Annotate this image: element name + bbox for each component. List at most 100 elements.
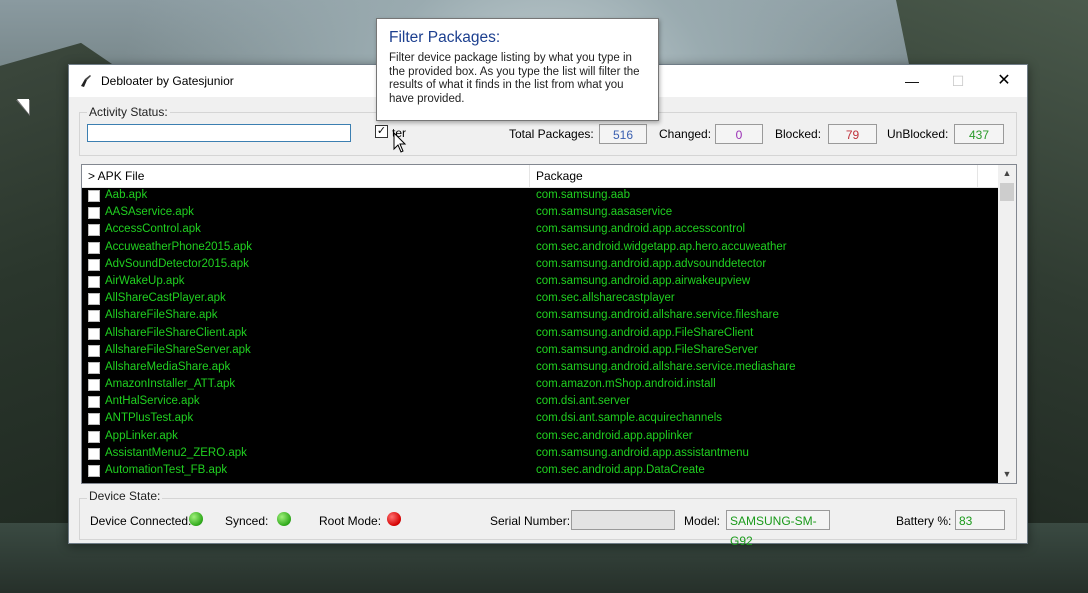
row-package: com.samsung.android.app.FileShareServer — [536, 343, 758, 356]
row-checkbox[interactable] — [88, 275, 100, 288]
row-checkbox[interactable] — [88, 258, 100, 271]
row-apk-file: AirWakeUp.apk — [105, 274, 185, 287]
row-checkbox[interactable] — [88, 224, 100, 237]
activity-status-label: Activity Status: — [87, 105, 170, 119]
table-row[interactable]: AmazonInstaller_ATT.apk com.amazon.mShop.… — [82, 377, 998, 394]
row-checkbox[interactable] — [88, 430, 100, 443]
row-package: com.sec.android.app.DataCreate — [536, 464, 705, 476]
column-header-apk-file[interactable]: > APK File — [82, 165, 530, 187]
row-checkbox[interactable] — [88, 361, 100, 374]
row-checkbox[interactable] — [88, 241, 100, 254]
table-row[interactable]: AntHalService.apk com.dsi.ant.server — [82, 394, 998, 411]
row-package: com.samsung.android.app.airwakeupview — [536, 274, 751, 287]
table-row[interactable]: AdvSoundDetector2015.apk com.samsung.andr… — [82, 257, 998, 274]
table-row[interactable]: Aab.apk com.samsung.aab — [82, 188, 998, 205]
row-package: com.amazon.mShop.android.install — [536, 378, 716, 391]
changed-value: 0 — [715, 124, 763, 144]
row-package: com.samsung.aasaservice — [536, 206, 673, 219]
row-package: com.samsung.android.app.advsounddetector — [536, 257, 767, 270]
row-package: com.dsi.ant.server — [536, 395, 630, 408]
table-row[interactable]: AirWakeUp.apk com.samsung.android.app.air… — [82, 274, 998, 291]
scroll-thumb[interactable] — [1000, 183, 1014, 201]
row-package: com.dsi.ant.sample.acquirechannels — [536, 412, 723, 425]
total-packages-label: Total Packages: — [509, 127, 594, 141]
row-package: com.samsung.android.app.accesscontrol — [536, 223, 746, 236]
serial-number-label: Serial Number: — [490, 514, 571, 528]
row-apk-file: AntHalService.apk — [105, 395, 200, 408]
table-row[interactable]: AppLinker.apk com.sec.android.app.applink… — [82, 429, 998, 446]
list-rows: Aab.apk com.samsung.aab AASAservice.apk com… — [82, 188, 998, 482]
unblocked-value: 437 — [954, 124, 1004, 144]
model-label: Model: — [684, 514, 721, 528]
table-row[interactable]: AllshareFileShare.apk com.samsung.android… — [82, 308, 998, 325]
row-apk-file: AssistantMenu2_ZERO.apk — [105, 446, 247, 459]
root-mode-label: Root Mode: — [319, 514, 382, 528]
row-checkbox[interactable] — [88, 327, 100, 340]
model-field: SAMSUNG-SM-G92 — [726, 510, 830, 548]
scroll-down-arrow-icon[interactable]: ▼ — [998, 466, 1016, 483]
device-state-label: Device State: — [87, 489, 163, 503]
column-header-package[interactable]: Package — [530, 165, 978, 187]
row-checkbox[interactable] — [88, 207, 100, 220]
row-apk-file: AdvSoundDetector2015.apk — [105, 257, 249, 270]
table-row[interactable]: AllshareFileShareClient.apk com.samsung.a… — [82, 326, 998, 343]
table-row[interactable]: AllShareCastPlayer.apk com.sec.allshareca… — [82, 291, 998, 308]
root-mode-indicator-icon — [387, 512, 401, 526]
row-apk-file: AllshareFileShare.apk — [105, 309, 218, 322]
mouse-cursor-icon — [393, 132, 407, 153]
row-checkbox[interactable] — [88, 310, 100, 323]
changed-label: Changed: — [659, 127, 712, 141]
row-package: com.sec.android.widgetapp.ap.hero.accuwe… — [536, 240, 787, 253]
table-row[interactable]: AccuweatherPhone2015.apk com.sec.android.… — [82, 240, 998, 257]
table-row[interactable]: AllshareMediaShare.apk com.samsung.androi… — [82, 360, 998, 377]
row-apk-file: ANTPlusTest.apk — [105, 412, 194, 425]
row-checkbox[interactable] — [88, 344, 100, 357]
vertical-scrollbar[interactable]: ▲ ▼ — [998, 165, 1016, 483]
blocked-label: Blocked: — [775, 127, 822, 141]
package-list[interactable]: > APK File Package Aab.apk com.samsung.aa… — [81, 164, 1017, 484]
filter-tooltip: Filter Packages: Filter device package l… — [376, 18, 659, 121]
broom-app-icon — [81, 75, 91, 87]
table-row[interactable]: AllshareFileShareServer.apk com.samsung.a… — [82, 343, 998, 360]
row-checkbox[interactable] — [88, 413, 100, 426]
row-package: com.sec.allsharecastplayer — [536, 292, 675, 305]
table-row[interactable]: AASAservice.apk com.samsung.aasaservice — [82, 205, 998, 222]
filter-input[interactable] — [87, 124, 351, 142]
row-package: com.samsung.android.app.FileShareClient — [536, 326, 754, 339]
synced-label: Synced: — [225, 514, 269, 528]
total-packages-value: 516 — [599, 124, 647, 144]
scroll-up-arrow-icon[interactable]: ▲ — [998, 165, 1016, 182]
row-checkbox[interactable] — [88, 396, 100, 409]
row-apk-file: AppLinker.apk — [105, 429, 178, 442]
row-checkbox[interactable] — [88, 447, 100, 460]
battery-field: 83 — [955, 510, 1005, 530]
row-package: com.samsung.android.app.assistantmenu — [536, 446, 749, 459]
tooltip-title: Filter Packages: — [389, 29, 501, 46]
row-checkbox[interactable] — [88, 293, 100, 306]
table-row[interactable]: AssistantMenu2_ZERO.apk com.samsung.andro… — [82, 446, 998, 463]
row-package: com.samsung.android.allshare.service.med… — [536, 360, 796, 373]
row-apk-file: AllshareFileShareServer.apk — [105, 343, 251, 356]
serial-number-field — [571, 510, 675, 530]
row-checkbox[interactable] — [88, 465, 100, 477]
table-row[interactable]: ANTPlusTest.apk com.dsi.ant.sample.acquir… — [82, 411, 998, 428]
row-checkbox[interactable] — [88, 379, 100, 392]
battery-label: Battery %: — [896, 514, 952, 528]
close-button[interactable]: ✕ — [981, 65, 1027, 97]
minimize-button[interactable]: — — [889, 65, 935, 97]
tooltip-body: Filter device package listing by what yo… — [389, 52, 640, 105]
device-connected-label: Device Connected: — [90, 514, 192, 528]
row-package: com.samsung.aab — [536, 189, 630, 201]
row-apk-file: AllshareMediaShare.apk — [105, 360, 231, 373]
row-apk-file: AmazonInstaller_ATT.apk — [105, 378, 236, 391]
window-title: Debloater by Gatesjunior — [101, 74, 234, 88]
filter-checkbox[interactable]: ✓ — [375, 125, 388, 138]
app-window: Debloater by Gatesjunior — ☐ ✕ Activity … — [68, 64, 1028, 548]
table-row[interactable]: AutomationTest_FB.apk com.sec.android.app… — [82, 463, 998, 480]
row-apk-file: AccessControl.apk — [105, 223, 201, 236]
blocked-value: 79 — [828, 124, 877, 144]
row-checkbox[interactable] — [88, 190, 100, 202]
tooltip-tail-inner — [17, 99, 29, 114]
table-row[interactable]: AccessControl.apk com.samsung.android.app… — [82, 222, 998, 239]
maximize-button[interactable]: ☐ — [935, 65, 981, 97]
